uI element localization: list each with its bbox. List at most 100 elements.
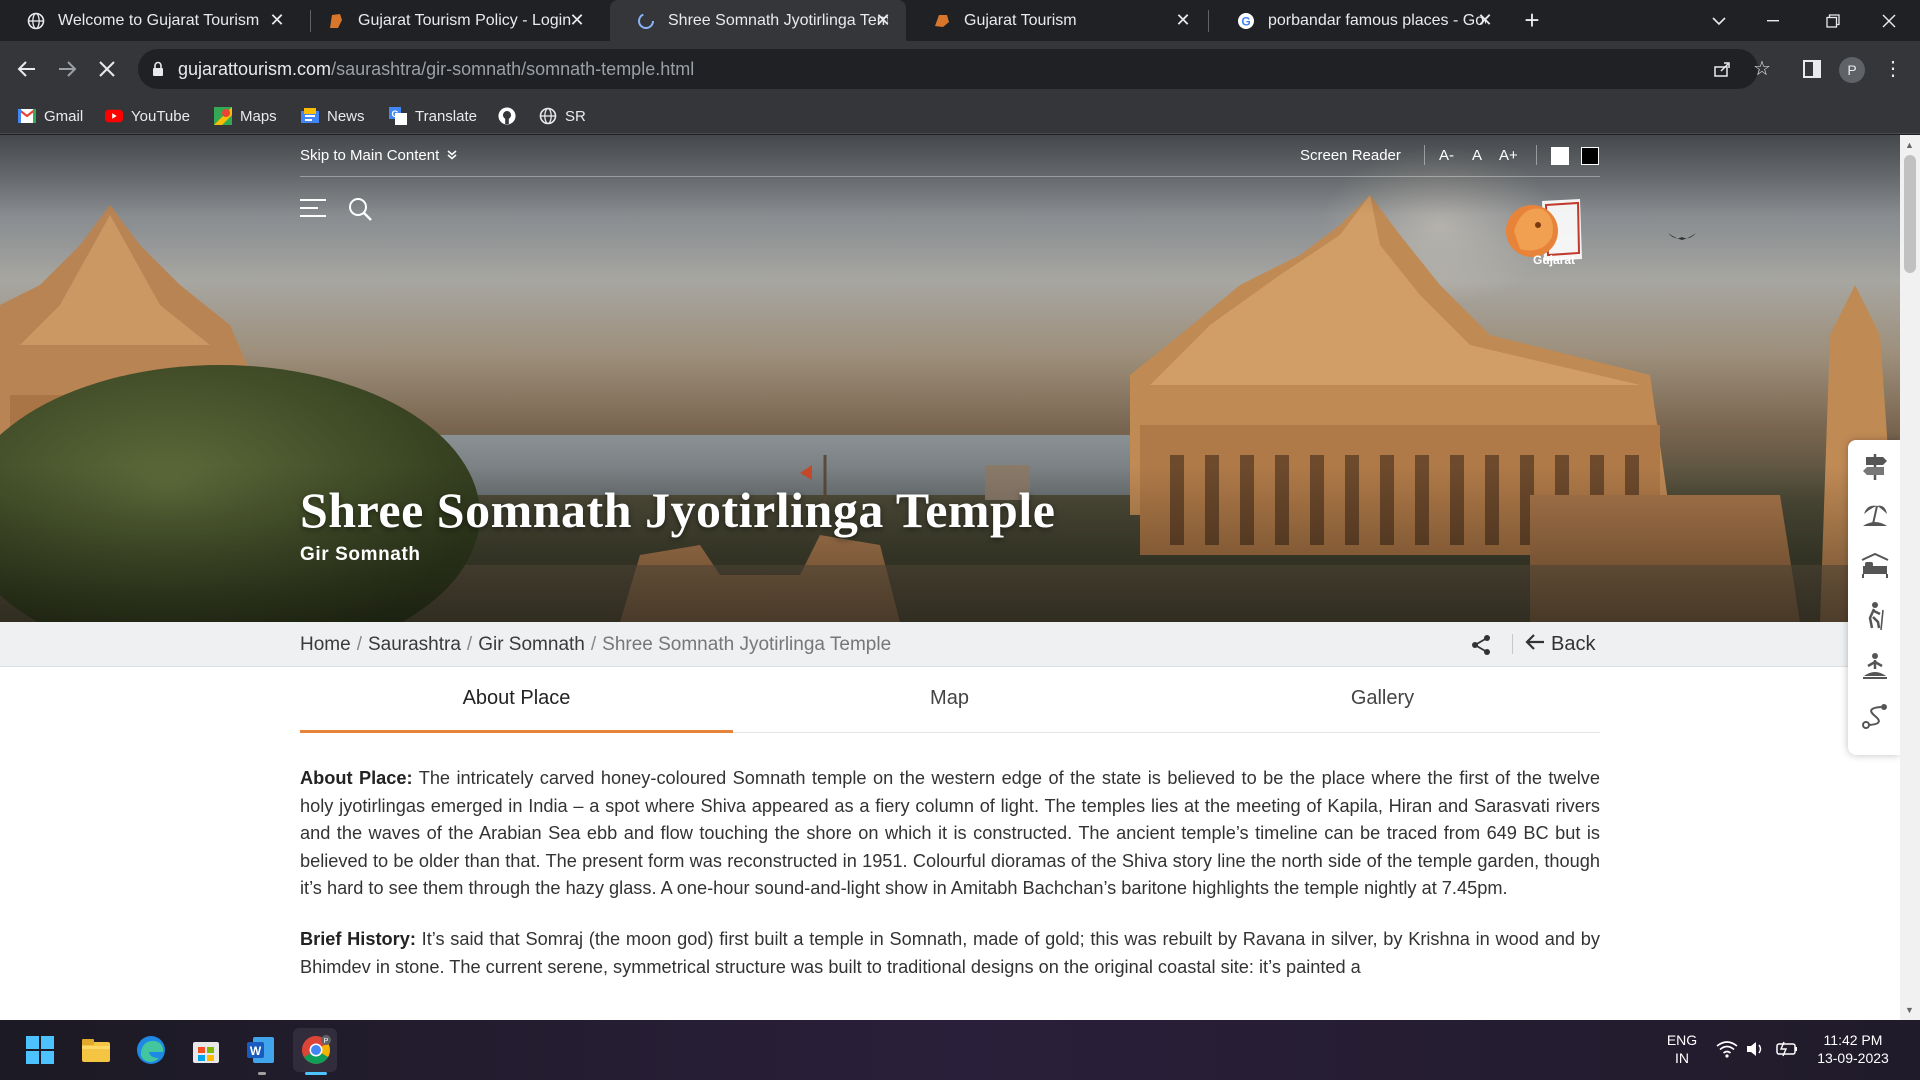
tab-gallery[interactable]: Gallery <box>1166 667 1599 733</box>
bookmark-github[interactable] <box>498 105 524 127</box>
close-icon[interactable]: ✕ <box>266 9 288 31</box>
bookmark-news[interactable]: News <box>301 105 365 127</box>
file-explorer-icon[interactable] <box>80 1034 112 1066</box>
battery-icon[interactable] <box>1774 1040 1798 1058</box>
quick-links-sidebar <box>1848 440 1900 755</box>
clock[interactable]: 11:42 PM 13-09-2023 <box>1810 1032 1896 1066</box>
page-scrollbar[interactable]: ▲ ▼ <box>1900 135 1920 1020</box>
globe-icon <box>26 11 46 31</box>
bookmark-star-icon[interactable]: ☆ <box>1746 53 1778 85</box>
microsoft-store-icon[interactable] <box>190 1034 222 1066</box>
bookmark-gmail[interactable]: Gmail <box>18 105 83 127</box>
word-icon[interactable]: W <box>245 1034 277 1066</box>
breadcrumb-gir-somnath[interactable]: Gir Somnath <box>478 634 585 655</box>
tab-strip: Welcome to Gujarat Tourism ✕ Gujarat Tou… <box>0 0 1920 41</box>
stop-loading-icon[interactable] <box>91 53 123 85</box>
signpost-icon[interactable] <box>1859 450 1891 482</box>
close-icon[interactable]: ✕ <box>566 9 588 31</box>
breadcrumb-current: Shree Somnath Jyotirlinga Temple <box>602 634 892 655</box>
breadcrumb-home[interactable]: Home <box>300 634 351 655</box>
share-page-icon[interactable] <box>1706 53 1738 85</box>
tab-search-button[interactable] <box>1696 0 1742 41</box>
share-icon[interactable] <box>1470 634 1492 656</box>
more-options-icon[interactable]: ⋮ <box>1877 53 1909 85</box>
arrow-left-icon <box>1525 633 1545 656</box>
tab-about-place[interactable]: About Place <box>300 667 733 733</box>
page-title: Shree Somnath Jyotirlinga Temple <box>300 482 1056 538</box>
url-host: gujarattourism.com <box>178 59 332 79</box>
chrome-running-indicator <box>305 1072 327 1075</box>
forward-arrow-icon[interactable] <box>51 53 83 85</box>
page-viewport: Skip to Main Content Screen Reader A- A … <box>0 135 1920 1020</box>
volume-icon[interactable] <box>1745 1040 1765 1058</box>
back-arrow-icon[interactable] <box>11 53 43 85</box>
browser-tab-5[interactable]: G porbandar famous places - Goog ✕ <box>1210 0 1508 41</box>
language-indicator[interactable]: ENG IN <box>1664 1032 1700 1066</box>
close-icon[interactable]: ✕ <box>1172 9 1194 31</box>
skip-label: Skip to Main Content <box>300 147 440 164</box>
place-tabs: About Place Map Gallery <box>300 667 1600 733</box>
new-tab-button[interactable]: + <box>1518 6 1546 34</box>
route-icon[interactable] <box>1859 700 1891 732</box>
browser-tab-3[interactable]: Shree Somnath Jyotirlinga Templ ✕ <box>610 0 906 41</box>
browser-tab-1[interactable]: Welcome to Gujarat Tourism ✕ <box>0 0 300 41</box>
back-label: Back <box>1551 633 1596 655</box>
font-decrease-button[interactable]: A- <box>1439 147 1454 164</box>
browser-window: Welcome to Gujarat Tourism ✕ Gujarat Tou… <box>0 0 1920 1080</box>
bird-icon <box>1668 227 1696 248</box>
font-increase-button[interactable]: A+ <box>1499 147 1518 164</box>
browser-toolbar: gujarattourism.com/saurashtra/gir-somnat… <box>0 41 1920 97</box>
font-normal-button[interactable]: A <box>1472 147 1482 164</box>
browser-tab-2[interactable]: Gujarat Tourism Policy - Login ✕ <box>300 0 600 41</box>
back-button[interactable]: Back <box>1525 633 1595 656</box>
close-window-button[interactable] <box>1866 0 1912 41</box>
meditation-icon[interactable] <box>1859 650 1891 682</box>
breadcrumb-saurashtra[interactable]: Saurashtra <box>368 634 461 655</box>
bookmark-label: News <box>327 107 365 125</box>
lion-icon <box>326 11 346 31</box>
search-icon[interactable] <box>347 196 373 222</box>
screen-reader-link[interactable]: Screen Reader <box>1300 147 1401 164</box>
bookmark-sr[interactable]: SR <box>539 105 586 127</box>
address-bar[interactable]: gujarattourism.com/saurashtra/gir-somnat… <box>138 49 1758 89</box>
close-icon[interactable]: ✕ <box>1474 9 1496 31</box>
wifi-icon[interactable] <box>1716 1040 1738 1058</box>
bookmark-label: Maps <box>240 107 277 125</box>
bookmark-translate[interactable]: G Translate <box>389 105 477 127</box>
chrome-icon[interactable]: P <box>300 1034 332 1066</box>
minimize-button[interactable] <box>1750 0 1796 41</box>
breadcrumb-separator: / <box>466 634 473 655</box>
browser-tab-title: porbandar famous places - Goog <box>1268 11 1486 29</box>
side-panel-icon[interactable] <box>1796 53 1828 85</box>
close-icon[interactable]: ✕ <box>872 9 894 31</box>
history-heading: Brief History: <box>300 928 416 949</box>
gujarat-tourism-logo[interactable]: Gujarat <box>1502 191 1602 279</box>
light-contrast-button[interactable] <box>1551 147 1569 165</box>
news-icon <box>301 107 319 125</box>
about-text: The intricately carved honey-coloured So… <box>300 768 1600 899</box>
browser-tab-4[interactable]: Gujarat Tourism ✕ <box>906 0 1206 41</box>
bookmark-youtube[interactable]: YouTube <box>105 105 190 127</box>
scroll-down-icon[interactable]: ▼ <box>1905 1005 1914 1015</box>
profile-avatar[interactable]: P <box>1839 57 1865 83</box>
scrollbar-thumb[interactable] <box>1904 155 1916 273</box>
bookmark-maps[interactable]: Maps <box>214 105 277 127</box>
hiking-icon[interactable] <box>1859 600 1891 632</box>
menu-icon[interactable] <box>300 197 326 219</box>
scroll-up-icon[interactable]: ▲ <box>1905 140 1914 150</box>
tab-map[interactable]: Map <box>733 667 1166 733</box>
divider <box>1536 145 1537 165</box>
beach-icon[interactable] <box>1859 500 1891 532</box>
skip-to-main-link[interactable]: Skip to Main Content <box>300 147 457 164</box>
restore-button[interactable] <box>1810 0 1856 41</box>
edge-browser-icon[interactable] <box>135 1034 167 1066</box>
windows-start-icon[interactable] <box>24 1034 56 1066</box>
maps-icon <box>214 107 232 125</box>
hotel-bed-icon[interactable] <box>1859 550 1891 582</box>
dark-contrast-button[interactable] <box>1581 147 1599 165</box>
bookmark-label: Gmail <box>44 107 84 125</box>
svg-text:W: W <box>250 1044 262 1058</box>
svg-text:G: G <box>391 109 398 119</box>
clock-time: 11:42 PM <box>1823 1032 1883 1048</box>
utility-bar: Skip to Main Content Screen Reader A- A … <box>300 135 1600 177</box>
